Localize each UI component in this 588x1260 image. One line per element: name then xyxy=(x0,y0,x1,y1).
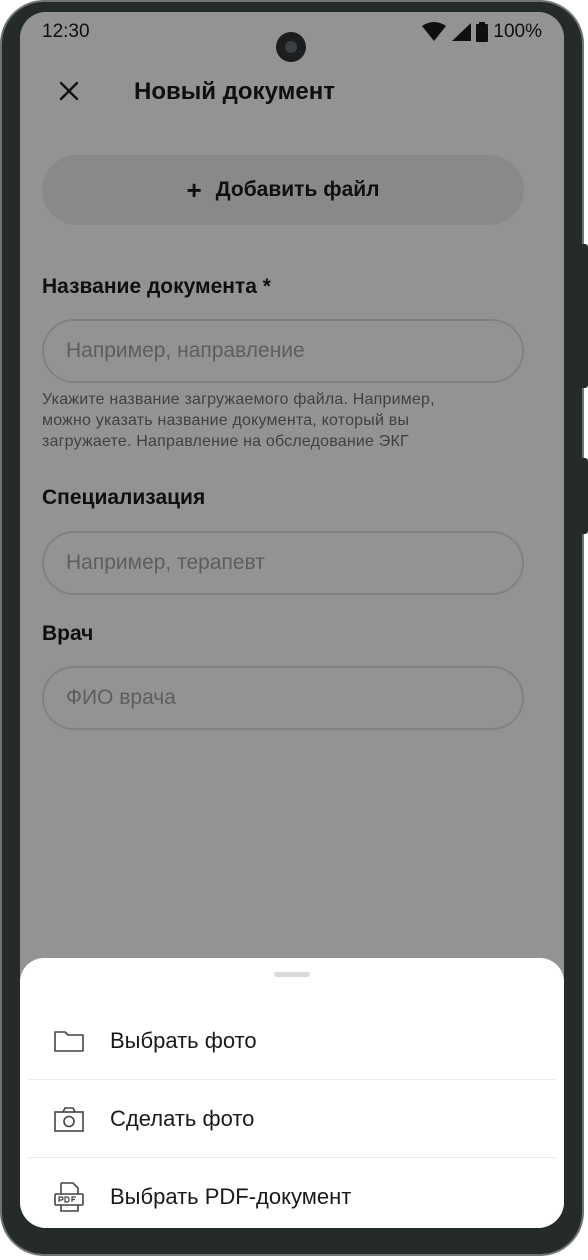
pdf-icon xyxy=(54,1181,84,1212)
take-photo-item[interactable]: Сделать фото xyxy=(28,1080,556,1157)
take-photo-label: Сделать фото xyxy=(110,1105,255,1131)
volume-button xyxy=(582,244,588,388)
sheet-drag-handle[interactable] xyxy=(274,972,310,977)
bottom-sheet: Выбрать фото Сделать фото Выбрать PDF-до… xyxy=(20,958,564,1228)
choose-photo-item[interactable]: Выбрать фото xyxy=(28,1002,556,1079)
power-button xyxy=(582,458,588,534)
camera-icon xyxy=(54,1106,84,1132)
choose-photo-label: Выбрать фото xyxy=(110,1027,257,1053)
choose-pdf-label: Выбрать PDF-документ xyxy=(110,1183,352,1209)
choose-pdf-item[interactable]: Выбрать PDF-документ xyxy=(28,1158,556,1228)
front-camera xyxy=(276,32,306,62)
folder-icon xyxy=(54,1030,84,1052)
screen: 12:30 100% Новый документ + Добавить фай… xyxy=(20,12,564,1228)
